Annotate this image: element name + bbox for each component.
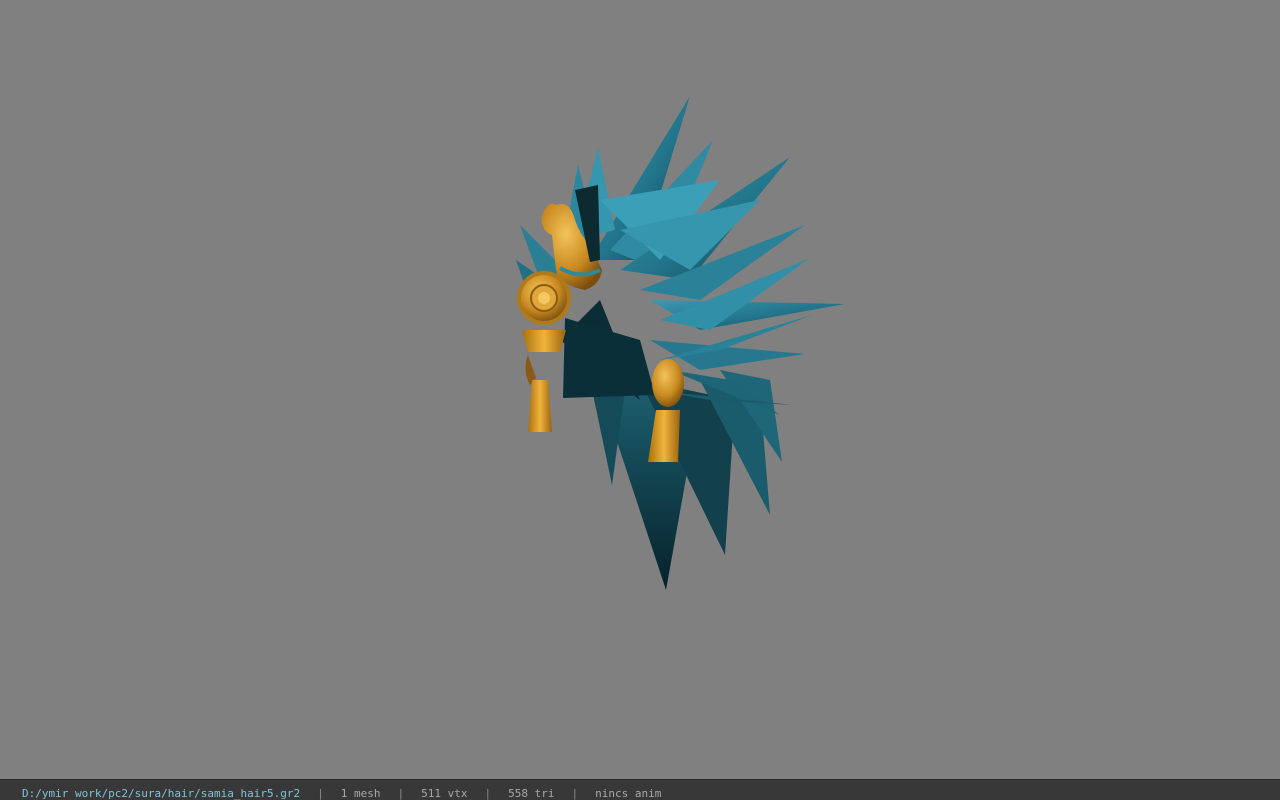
gold-tassel-left	[525, 355, 552, 432]
triangle-count: 558 tri	[508, 786, 555, 800]
animation-status: nincs anim	[595, 786, 662, 800]
status-separator: |	[317, 786, 324, 800]
status-separator: |	[397, 786, 405, 800]
model-viewport[interactable]	[0, 0, 1280, 779]
mesh-count: 1 mesh	[340, 786, 381, 800]
vertex-count: 511 vtx	[421, 786, 468, 800]
status-separator: |	[571, 786, 579, 800]
file-path: D:/ymir work/pc2/sura/hair/samia_hair5.g…	[22, 786, 301, 800]
gold-medallion	[517, 271, 571, 352]
status-separator: |	[484, 786, 492, 800]
hair-model-render	[516, 96, 845, 590]
status-bar: D:/ymir work/pc2/sura/hair/samia_hair5.g…	[0, 779, 1280, 800]
